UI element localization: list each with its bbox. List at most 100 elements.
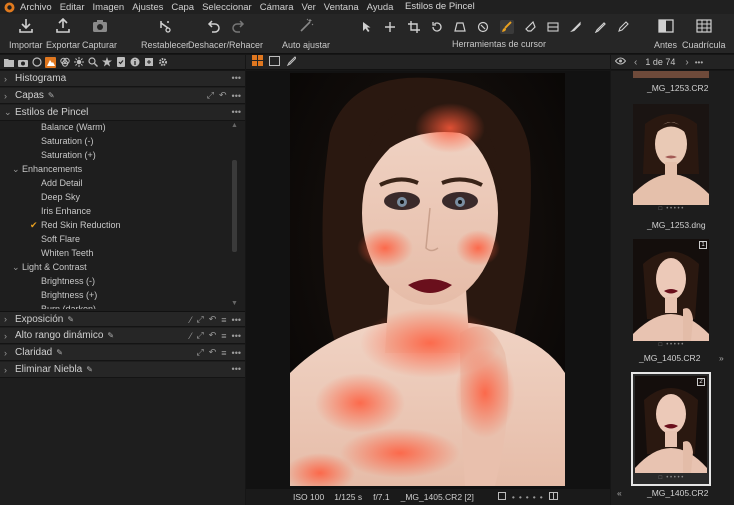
- thumbnail[interactable]: [633, 71, 709, 78]
- reset-section-icon[interactable]: ↶: [209, 347, 217, 358]
- capture-button[interactable]: Capturar: [82, 16, 117, 50]
- undo-redo-button[interactable]: Deshacer/Rehacer: [188, 16, 263, 50]
- settings-tab-icon[interactable]: [157, 57, 168, 68]
- adjustments-tab-icon[interactable]: [101, 57, 112, 68]
- brush-item-red-skin-reduction[interactable]: Red Skin Reduction: [41, 220, 121, 230]
- group-enhancements[interactable]: ⌄ Enhancements: [12, 164, 82, 175]
- reset-section-icon[interactable]: ↶: [209, 314, 217, 325]
- brush-item-balance-warm[interactable]: Balance (Warm): [41, 122, 106, 132]
- clarity-section[interactable]: › Claridad ✎ ⤢ ↶ ≡ •••: [0, 345, 245, 361]
- brush-icon[interactable]: [499, 20, 514, 34]
- color-tab-icon[interactable]: [59, 57, 70, 68]
- expand-icon[interactable]: ⤢: [197, 314, 204, 325]
- select-cursor-icon[interactable]: [360, 20, 374, 34]
- brush-item-brightness-plus[interactable]: Brightness (+): [41, 290, 97, 300]
- output-tab-icon[interactable]: [143, 57, 154, 68]
- thumbnail-footer[interactable]: □ • • • • •: [633, 205, 709, 213]
- rating-dots[interactable]: •••••: [512, 492, 547, 502]
- scroll-up-icon[interactable]: ▲: [231, 122, 238, 129]
- edit-all-icon[interactable]: [286, 55, 297, 69]
- brush-item-saturation-minus[interactable]: Saturation (-): [41, 136, 94, 146]
- lens-tab-icon[interactable]: [31, 57, 42, 68]
- menu-imagen[interactable]: Imagen: [93, 2, 125, 13]
- keystone-icon[interactable]: [453, 20, 467, 34]
- eraser-icon[interactable]: [523, 20, 537, 34]
- more-options-icon[interactable]: •••: [232, 364, 241, 374]
- expand-icon[interactable]: ⤢: [207, 90, 214, 101]
- brush-item-iris-enhance[interactable]: Iris Enhance: [41, 206, 91, 216]
- menu-editar[interactable]: Editar: [60, 2, 85, 13]
- brush-item-saturation-plus[interactable]: Saturation (+): [41, 150, 96, 160]
- more-options-icon[interactable]: •••: [695, 58, 703, 67]
- thumbnail[interactable]: 2: [635, 376, 707, 473]
- before-button[interactable]: Antes: [654, 16, 677, 50]
- presets-icon[interactable]: ≡: [221, 315, 226, 325]
- menu-camara[interactable]: Cámara: [260, 2, 294, 13]
- brush-item-soft-flare[interactable]: Soft Flare: [41, 234, 80, 244]
- thumbnail-footer[interactable]: □ • • • • •: [635, 474, 707, 482]
- menu-archivo[interactable]: Archivo: [20, 2, 52, 13]
- crop-icon[interactable]: [407, 20, 421, 34]
- thumbnail-footer[interactable]: □ • • • • •: [633, 341, 709, 349]
- brush-item-deep-sky[interactable]: Deep Sky: [41, 192, 80, 202]
- single-view-icon[interactable]: [269, 55, 280, 69]
- brush-styles-section[interactable]: ⌄ Estilos de Pincel •••: [0, 105, 245, 121]
- presets-icon[interactable]: ≡: [221, 331, 226, 341]
- annotate-icon[interactable]: [616, 20, 630, 34]
- app-logo-icon[interactable]: [2, 0, 16, 14]
- library-tab-icon[interactable]: [3, 57, 14, 68]
- export-button[interactable]: Exportar: [46, 16, 80, 50]
- thumbnail[interactable]: [633, 104, 709, 205]
- fill-mask-icon[interactable]: [569, 20, 583, 34]
- auto-adjust-button[interactable]: Auto ajustar: [282, 16, 330, 50]
- capture-tab-icon[interactable]: [17, 57, 28, 68]
- next-icon[interactable]: ›: [685, 57, 688, 68]
- rating-frame-icon[interactable]: [497, 492, 506, 502]
- picker-icon[interactable]: ⁄: [190, 315, 192, 325]
- gradient-mask-icon[interactable]: [546, 20, 560, 34]
- scroll-down-icon[interactable]: ▼: [231, 300, 238, 307]
- picker-icon[interactable]: ⁄: [190, 331, 192, 341]
- rotate-icon[interactable]: [430, 20, 444, 34]
- layers-tab-icon[interactable]: [45, 56, 56, 68]
- presets-icon[interactable]: ≡: [221, 348, 226, 358]
- eye-icon[interactable]: [614, 57, 627, 68]
- brush-item-add-detail[interactable]: Add Detail: [41, 178, 83, 188]
- info-tab-icon[interactable]: [129, 57, 140, 68]
- menu-ajustes[interactable]: Ajustes: [132, 2, 163, 13]
- expand-icon[interactable]: ⤢: [197, 347, 204, 358]
- layers-section[interactable]: › Capas ✎ ⤢ ↶ •••: [0, 88, 245, 104]
- metadata-tab-icon[interactable]: [115, 57, 126, 68]
- prev-icon[interactable]: ‹: [634, 57, 637, 68]
- hdr-section[interactable]: › Alto rango dinámico ✎ ⁄ ⤢ ↶ ≡ •••: [0, 328, 245, 344]
- pan-icon[interactable]: [383, 20, 397, 34]
- portrait-photo[interactable]: [290, 73, 565, 486]
- spot-removal-icon[interactable]: [476, 20, 490, 34]
- compare-icon[interactable]: [548, 492, 558, 502]
- more-options-icon[interactable]: •••: [232, 348, 241, 358]
- menu-capa[interactable]: Capa: [171, 2, 194, 13]
- exposure-tab-icon[interactable]: [73, 57, 84, 68]
- more-options-icon[interactable]: •••: [232, 331, 241, 341]
- pipette-icon[interactable]: [593, 20, 607, 34]
- histogram-section[interactable]: › Histograma •••: [0, 71, 245, 87]
- dehaze-section[interactable]: › Eliminar Niebla ✎ •••: [0, 362, 245, 378]
- brush-item-brightness-minus[interactable]: Brightness (-): [41, 276, 95, 286]
- brush-item-burn[interactable]: Burn (darken): [41, 304, 96, 309]
- collapse-stack-icon[interactable]: «: [617, 488, 622, 498]
- menu-ventana[interactable]: Ventana: [324, 2, 359, 13]
- more-options-icon[interactable]: •••: [232, 107, 241, 117]
- menu-seleccionar[interactable]: Seleccionar: [202, 2, 252, 13]
- group-light-contrast[interactable]: ⌄ Light & Contrast: [12, 262, 87, 273]
- menu-ver[interactable]: Ver: [302, 2, 316, 13]
- reset-section-icon[interactable]: ↶: [219, 90, 227, 101]
- exposure-section[interactable]: › Exposición ✎ ⁄ ⤢ ↶ ≡ •••: [0, 311, 245, 327]
- brush-item-whiten-teeth[interactable]: Whiten Teeth: [41, 248, 93, 258]
- brush-list-scrollbar[interactable]: [232, 160, 237, 252]
- reset-section-icon[interactable]: ↶: [209, 330, 217, 341]
- multi-view-icon[interactable]: [252, 55, 263, 69]
- import-button[interactable]: Importar: [9, 16, 43, 50]
- reset-button[interactable]: Restablecer: [141, 16, 189, 50]
- more-options-icon[interactable]: •••: [232, 73, 241, 83]
- expand-stack-icon[interactable]: »: [719, 353, 724, 363]
